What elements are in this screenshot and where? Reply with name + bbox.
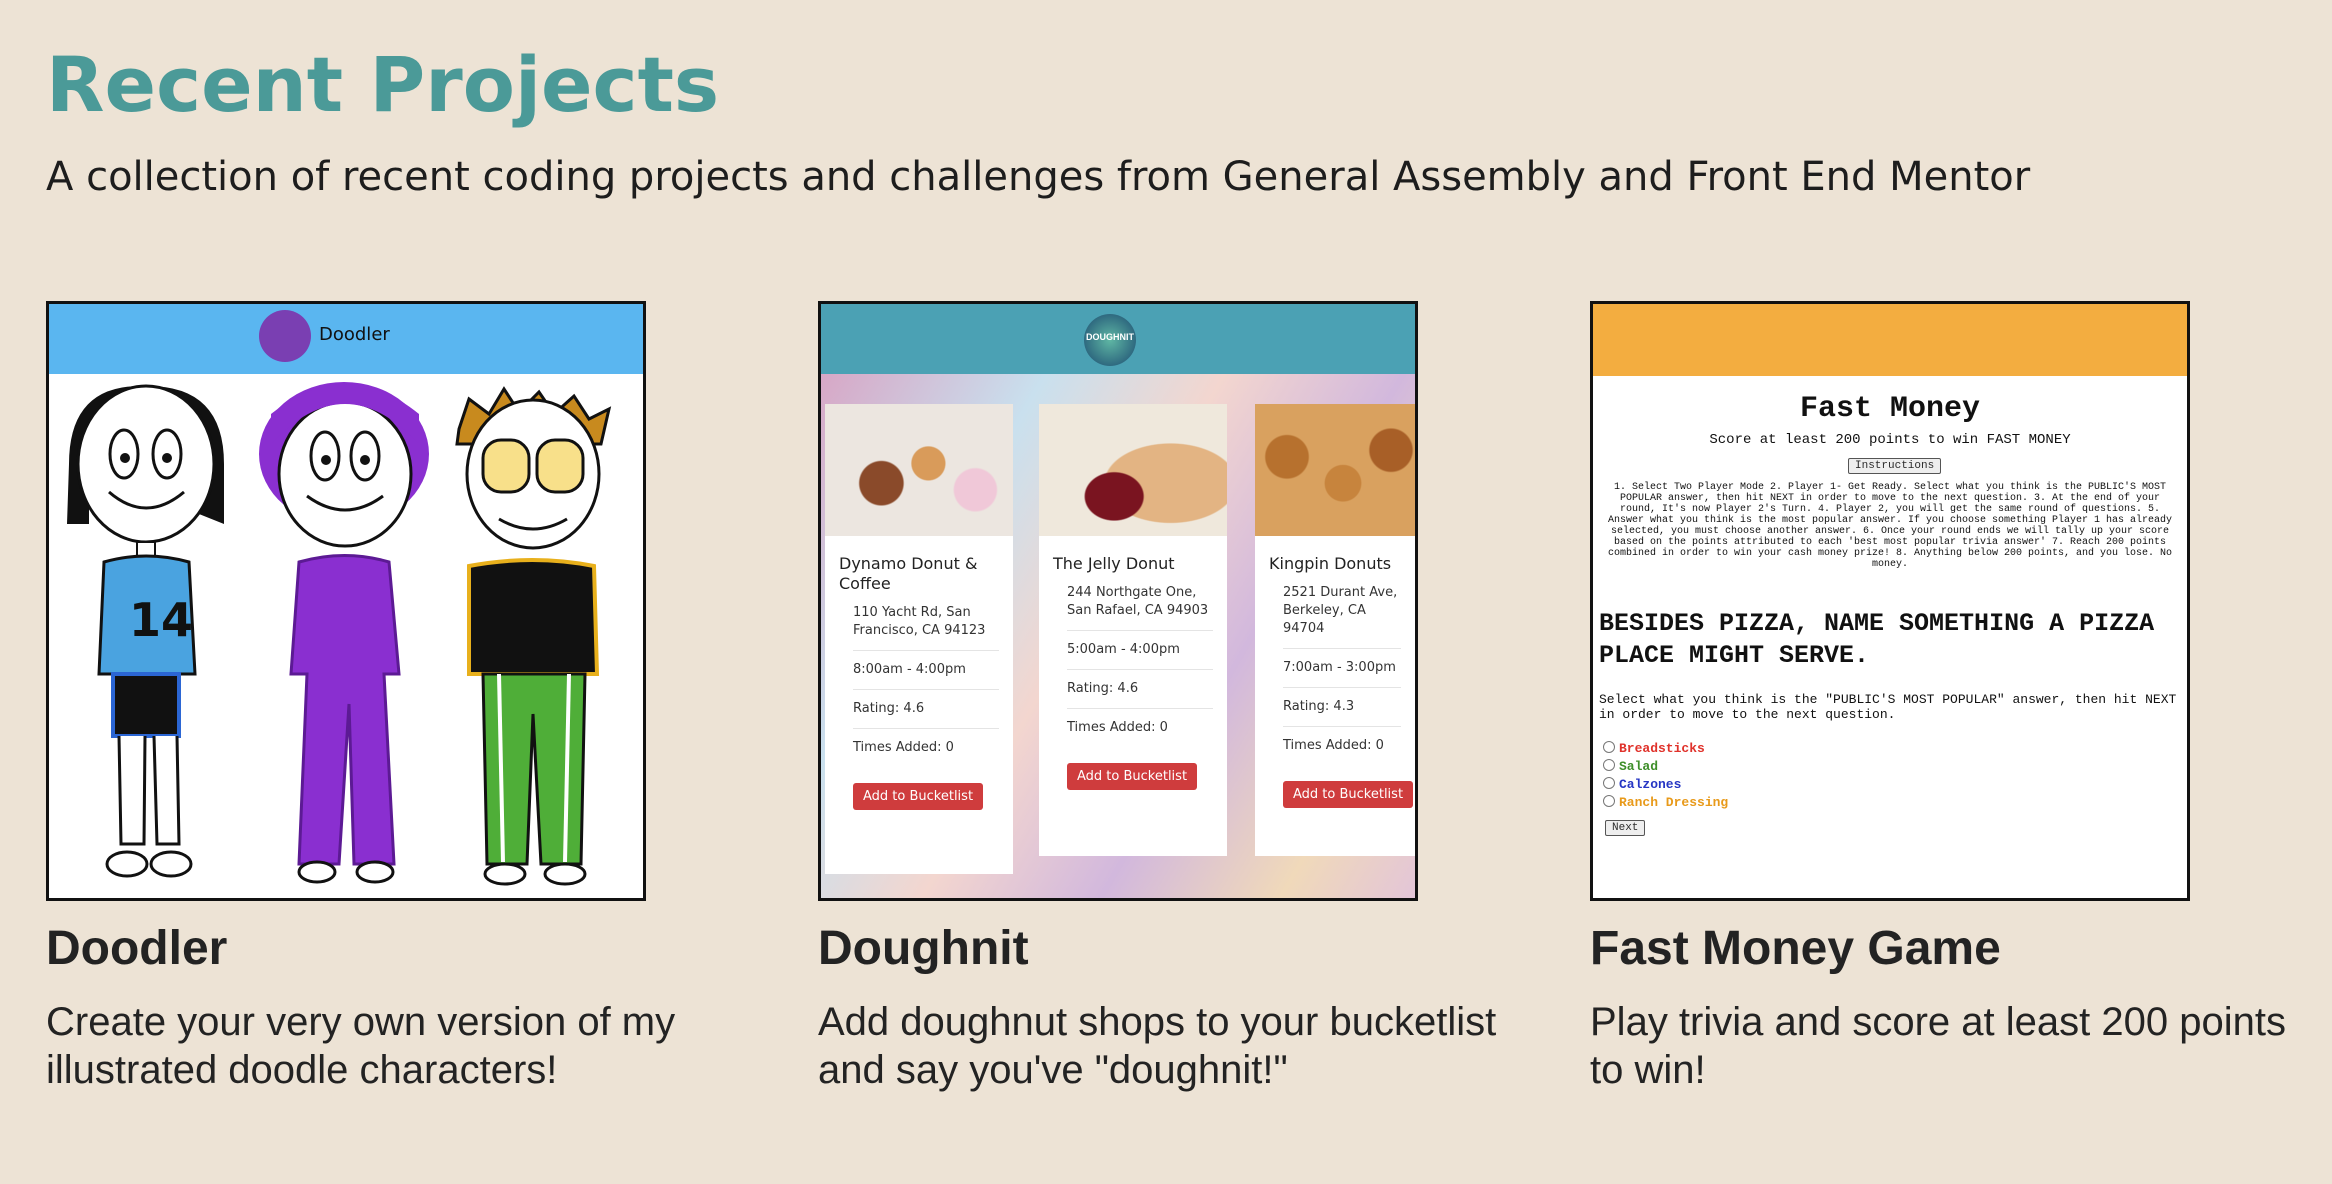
add-to-bucketlist-button[interactable]: Add to Bucketlist [1283,781,1414,808]
question-text: BESIDES PIZZA, NAME SOMETHING A PIZZA PL… [1599,609,2155,670]
shop-address: 2521 Durant Ave, Berkeley, CA 94704 [1283,574,1401,649]
doughnit-logo-text: DOUGHNIT [1086,332,1134,342]
add-to-bucketlist-button[interactable]: Add to Bucketlist [853,783,984,810]
shop-hours: 7:00am - 3:00pm [1283,649,1401,688]
project-title[interactable]: Doughnit [818,921,1418,976]
radio-icon[interactable] [1603,777,1615,789]
shop-address: 244 Northgate One, San Rafael, CA 94903 [1067,574,1213,631]
shop-hours: 5:00am - 4:00pm [1067,631,1213,670]
answer-label: Breadsticks [1619,741,1705,756]
shop-rating: Rating: 4.3 [1283,688,1401,727]
page-subtitle: A collection of recent coding projects a… [46,154,2031,200]
game-title: Fast Money [1799,392,1981,426]
shop-name: Kingpin Donuts [1269,554,1392,573]
project-thumbnail-doodler[interactable]: Doodler 14 [46,301,646,901]
game-subtitle: Score at least 200 points to win FAST MO… [1709,432,2071,448]
doodle-character-1: 14 [67,384,224,878]
instructions-button[interactable]: Instructions [1848,458,1942,474]
shop-hours: 8:00am - 4:00pm [853,651,999,690]
shop-rating: Rating: 4.6 [1067,670,1213,709]
project-thumbnail-fast-money[interactable]: Fast Money Score at least 200 points to … [1590,301,2190,901]
shop-card: Dynamo Donut & Coffee 110 Yacht Rd, San … [825,404,1013,874]
project-description: Add doughnut shops to your bucketlist an… [818,1000,1497,1092]
shop-photo [1255,404,1415,536]
instructions-text: 1. Select Two Player Mode 2. Player 1- G… [1607,482,2173,570]
answer-option[interactable]: Calzones [1603,776,1728,794]
doodler-logo-text: Doodler [319,324,390,345]
radio-icon[interactable] [1603,741,1615,753]
shop-photo [825,404,1013,536]
next-button[interactable]: Next [1605,820,1646,836]
project-description: Play trivia and score at least 200 point… [1590,1000,2286,1092]
project-card-doodler: Doodler 14 Doodler Create your very own … [46,301,675,1094]
shop-photo [1039,404,1227,536]
doodle-characters-illustration: 14 [67,382,612,886]
answer-options: Breadsticks Salad Calzones Ranch Dressin… [1603,740,1728,812]
shop-rating: Rating: 4.6 [853,690,999,729]
shop-card: The Jelly Donut 244 Northgate One, San R… [1039,404,1227,856]
question-prompt: Select what you think is the "PUBLIC'S M… [1599,692,2177,722]
jersey-number: 14 [129,593,193,647]
answer-option[interactable]: Breadsticks [1603,740,1728,758]
radio-icon[interactable] [1603,795,1615,807]
project-description: Create your very own version of my illus… [46,1000,676,1092]
page-title: Recent Projects [46,40,720,129]
shop-card: Kingpin Donuts 2521 Durant Ave, Berkeley… [1255,404,1415,856]
project-thumbnail-doughnit[interactable]: DOUGHNIT Dynamo Donut & Coffee 110 Yacht… [818,301,1418,901]
project-card-fast-money: Fast Money Score at least 200 points to … [1590,301,2286,1094]
shop-times-added: Times Added: 0 [1283,738,1384,753]
shop-name: The Jelly Donut [1053,554,1175,573]
answer-label: Calzones [1619,777,1682,792]
doodler-logo-icon [259,310,311,362]
radio-icon[interactable] [1603,759,1615,771]
shop-times-added: Times Added: 0 [853,740,954,755]
project-title[interactable]: Fast Money Game [1590,921,2190,976]
shop-times-added: Times Added: 0 [1067,720,1168,735]
fast-money-header [1593,304,2187,376]
answer-label: Ranch Dressing [1619,795,1729,810]
answer-option[interactable]: Ranch Dressing [1603,794,1728,812]
add-to-bucketlist-button[interactable]: Add to Bucketlist [1067,763,1198,790]
project-title[interactable]: Doodler [46,921,646,976]
project-card-doughnit: DOUGHNIT Dynamo Donut & Coffee 110 Yacht… [818,301,1496,1094]
doodle-character-3 [455,386,612,886]
answer-option[interactable]: Salad [1603,758,1728,776]
shop-name: Dynamo Donut & Coffee [839,554,978,593]
doodle-character-2 [259,382,429,884]
shop-address: 110 Yacht Rd, San Francisco, CA 94123 [853,594,999,651]
answer-label: Salad [1619,759,1659,774]
